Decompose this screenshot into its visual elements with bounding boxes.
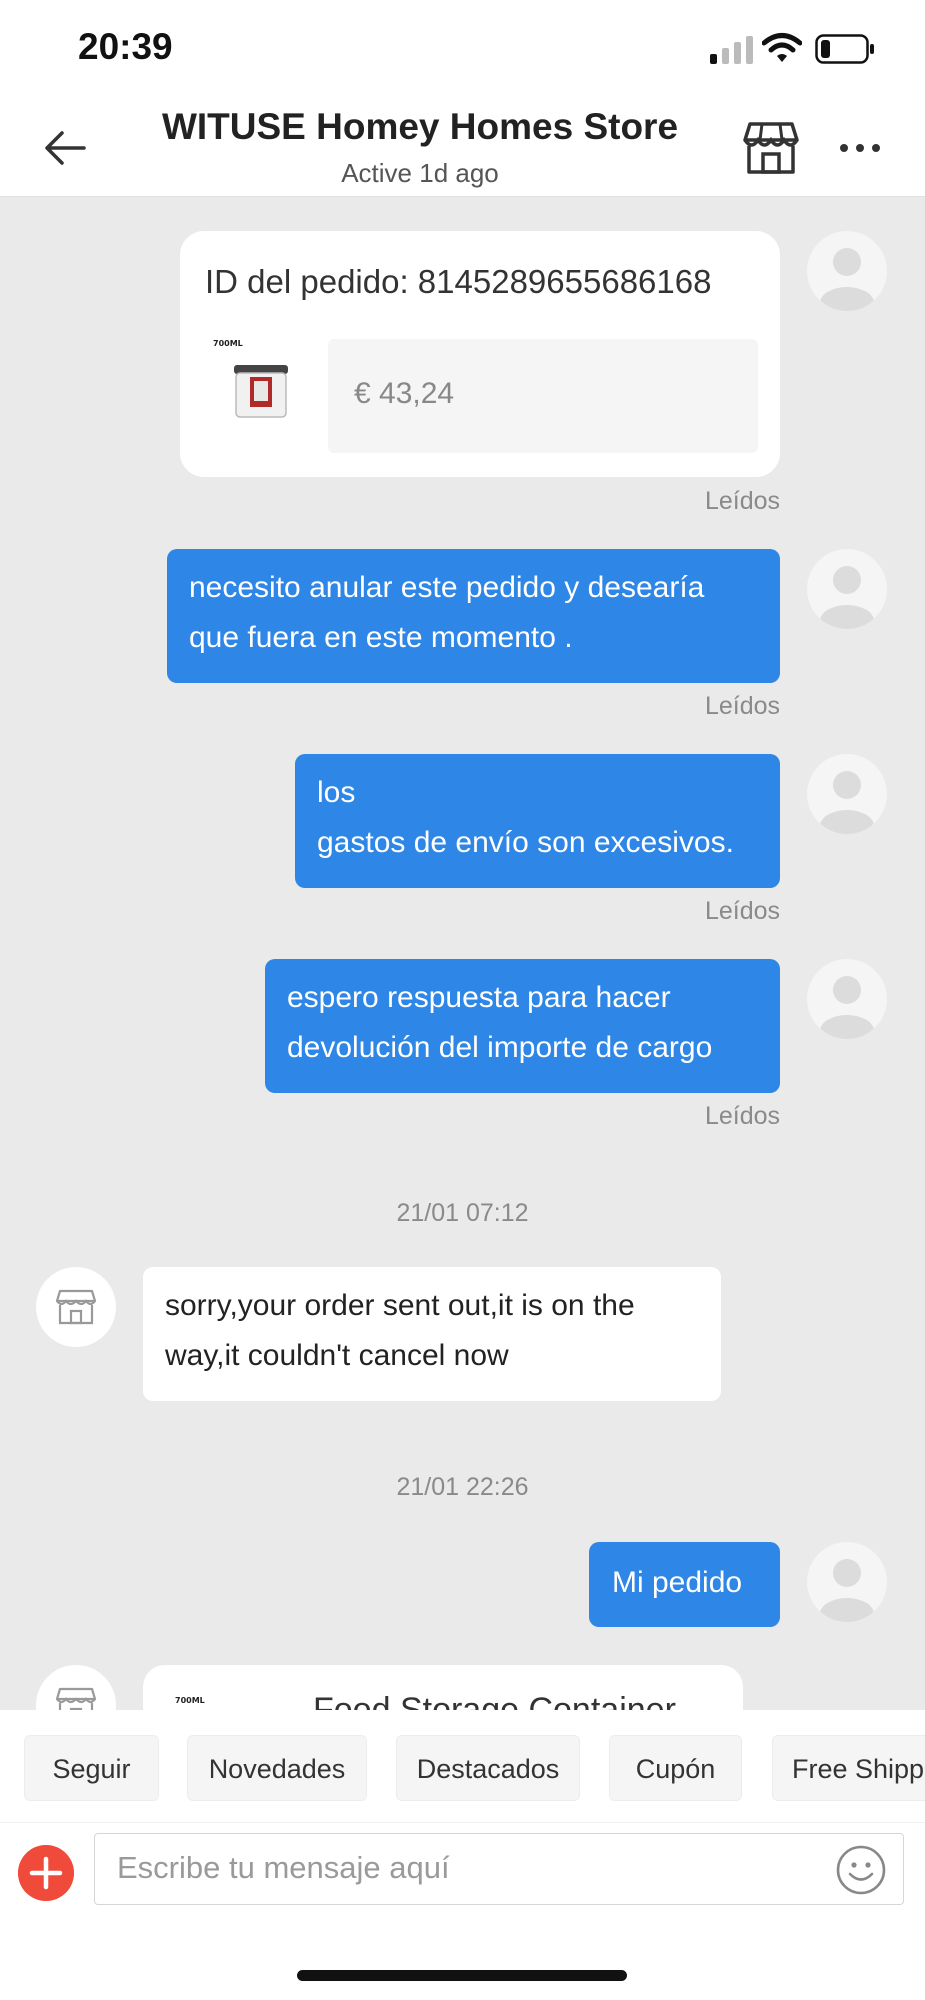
quick-reply-cupon[interactable]: Cupón: [609, 1735, 742, 1801]
quick-replies-bar: Seguir Novedades Destacados Cupón Free S…: [0, 1710, 925, 1822]
emoji-icon[interactable]: [835, 1844, 887, 1896]
battery-icon: [815, 34, 874, 64]
quick-reply-destacados[interactable]: Destacados: [396, 1735, 580, 1801]
store-icon[interactable]: [742, 120, 800, 176]
store-active-status: Active 1d ago: [341, 158, 499, 188]
message-line: los: [317, 776, 356, 809]
store-name[interactable]: WITUSE Homey Homes Store: [0, 106, 840, 148]
store-avatar-icon[interactable]: [36, 1665, 116, 1710]
status-bar: 20:39: [0, 0, 925, 100]
signal-icon: [710, 36, 754, 64]
container-image: [234, 365, 288, 418]
avatar-icon: [807, 549, 887, 629]
quick-reply-free-shipping[interactable]: Free Shipp: [772, 1735, 925, 1801]
outgoing-message[interactable]: necesito anular este pedido y desearía q…: [167, 549, 780, 683]
incoming-message[interactable]: sorry,your order sent out,it is on the w…: [143, 1267, 721, 1401]
thumb-label: 700ML: [175, 1696, 205, 1705]
home-indicator[interactable]: [297, 1970, 627, 1981]
read-status: Leídos: [704, 692, 780, 720]
product-title: Food Storage Container: [313, 1691, 676, 1710]
message-line: espero respuesta para hacer: [287, 981, 671, 1014]
message-line: devolución del importe de cargo: [287, 1031, 713, 1064]
order-price: € 43,24: [354, 377, 455, 410]
product-thumbnail[interactable]: 700ML: [210, 339, 300, 439]
order-id: ID del pedido: 8145289655686168: [205, 263, 712, 300]
message-composer: Escribe tu mensaje aquí: [0, 1822, 925, 1923]
avatar-icon: [807, 231, 887, 311]
quick-reply-seguir[interactable]: Seguir: [24, 1735, 159, 1801]
more-icon[interactable]: [838, 130, 882, 166]
message-line: sorry,your order sent out,it is on the: [165, 1289, 635, 1322]
product-card[interactable]: 700ML Food Storage Container: [143, 1665, 743, 1710]
message-timestamp: 21/01 07:12: [396, 1199, 529, 1227]
read-status: Leídos: [704, 1102, 780, 1130]
chat-thread[interactable]: ID del pedido: 8145289655686168 700ML € …: [0, 197, 925, 1710]
outgoing-message[interactable]: espero respuesta para hacer devolución d…: [265, 959, 780, 1093]
message-timestamp: 21/01 22:26: [396, 1473, 529, 1501]
message-line: que fuera en este momento .: [189, 621, 573, 654]
avatar-icon: [807, 754, 887, 834]
message-line: Mi pedido: [612, 1566, 743, 1599]
avatar-icon: [807, 959, 887, 1039]
order-card[interactable]: ID del pedido: 8145289655686168 700ML € …: [180, 231, 780, 477]
chat-header: WITUSE Homey Homes Store Active 1d ago: [0, 100, 925, 197]
plus-icon[interactable]: [18, 1845, 74, 1901]
wifi-icon: [762, 33, 802, 62]
avatar-icon: [807, 1542, 887, 1622]
read-status: Leídos: [704, 487, 780, 515]
outgoing-message[interactable]: Mi pedido: [589, 1542, 780, 1627]
message-line: way,it couldn't cancel now: [165, 1339, 509, 1372]
outgoing-message[interactable]: los gastos de envío son excesivos.: [295, 754, 780, 888]
price-box: € 43,24: [328, 339, 758, 453]
read-status: Leídos: [704, 897, 780, 925]
status-time: 20:39: [78, 26, 173, 67]
message-input-placeholder: Escribe tu mensaje aquí: [117, 1850, 450, 1885]
message-input[interactable]: Escribe tu mensaje aquí: [94, 1833, 904, 1905]
message-line: gastos de envío son excesivos.: [317, 826, 734, 859]
thumb-label: 700ML: [213, 339, 243, 348]
message-line: necesito anular este pedido y desearía: [189, 571, 705, 604]
store-avatar-icon[interactable]: [36, 1267, 116, 1347]
quick-reply-novedades[interactable]: Novedades: [187, 1735, 367, 1801]
